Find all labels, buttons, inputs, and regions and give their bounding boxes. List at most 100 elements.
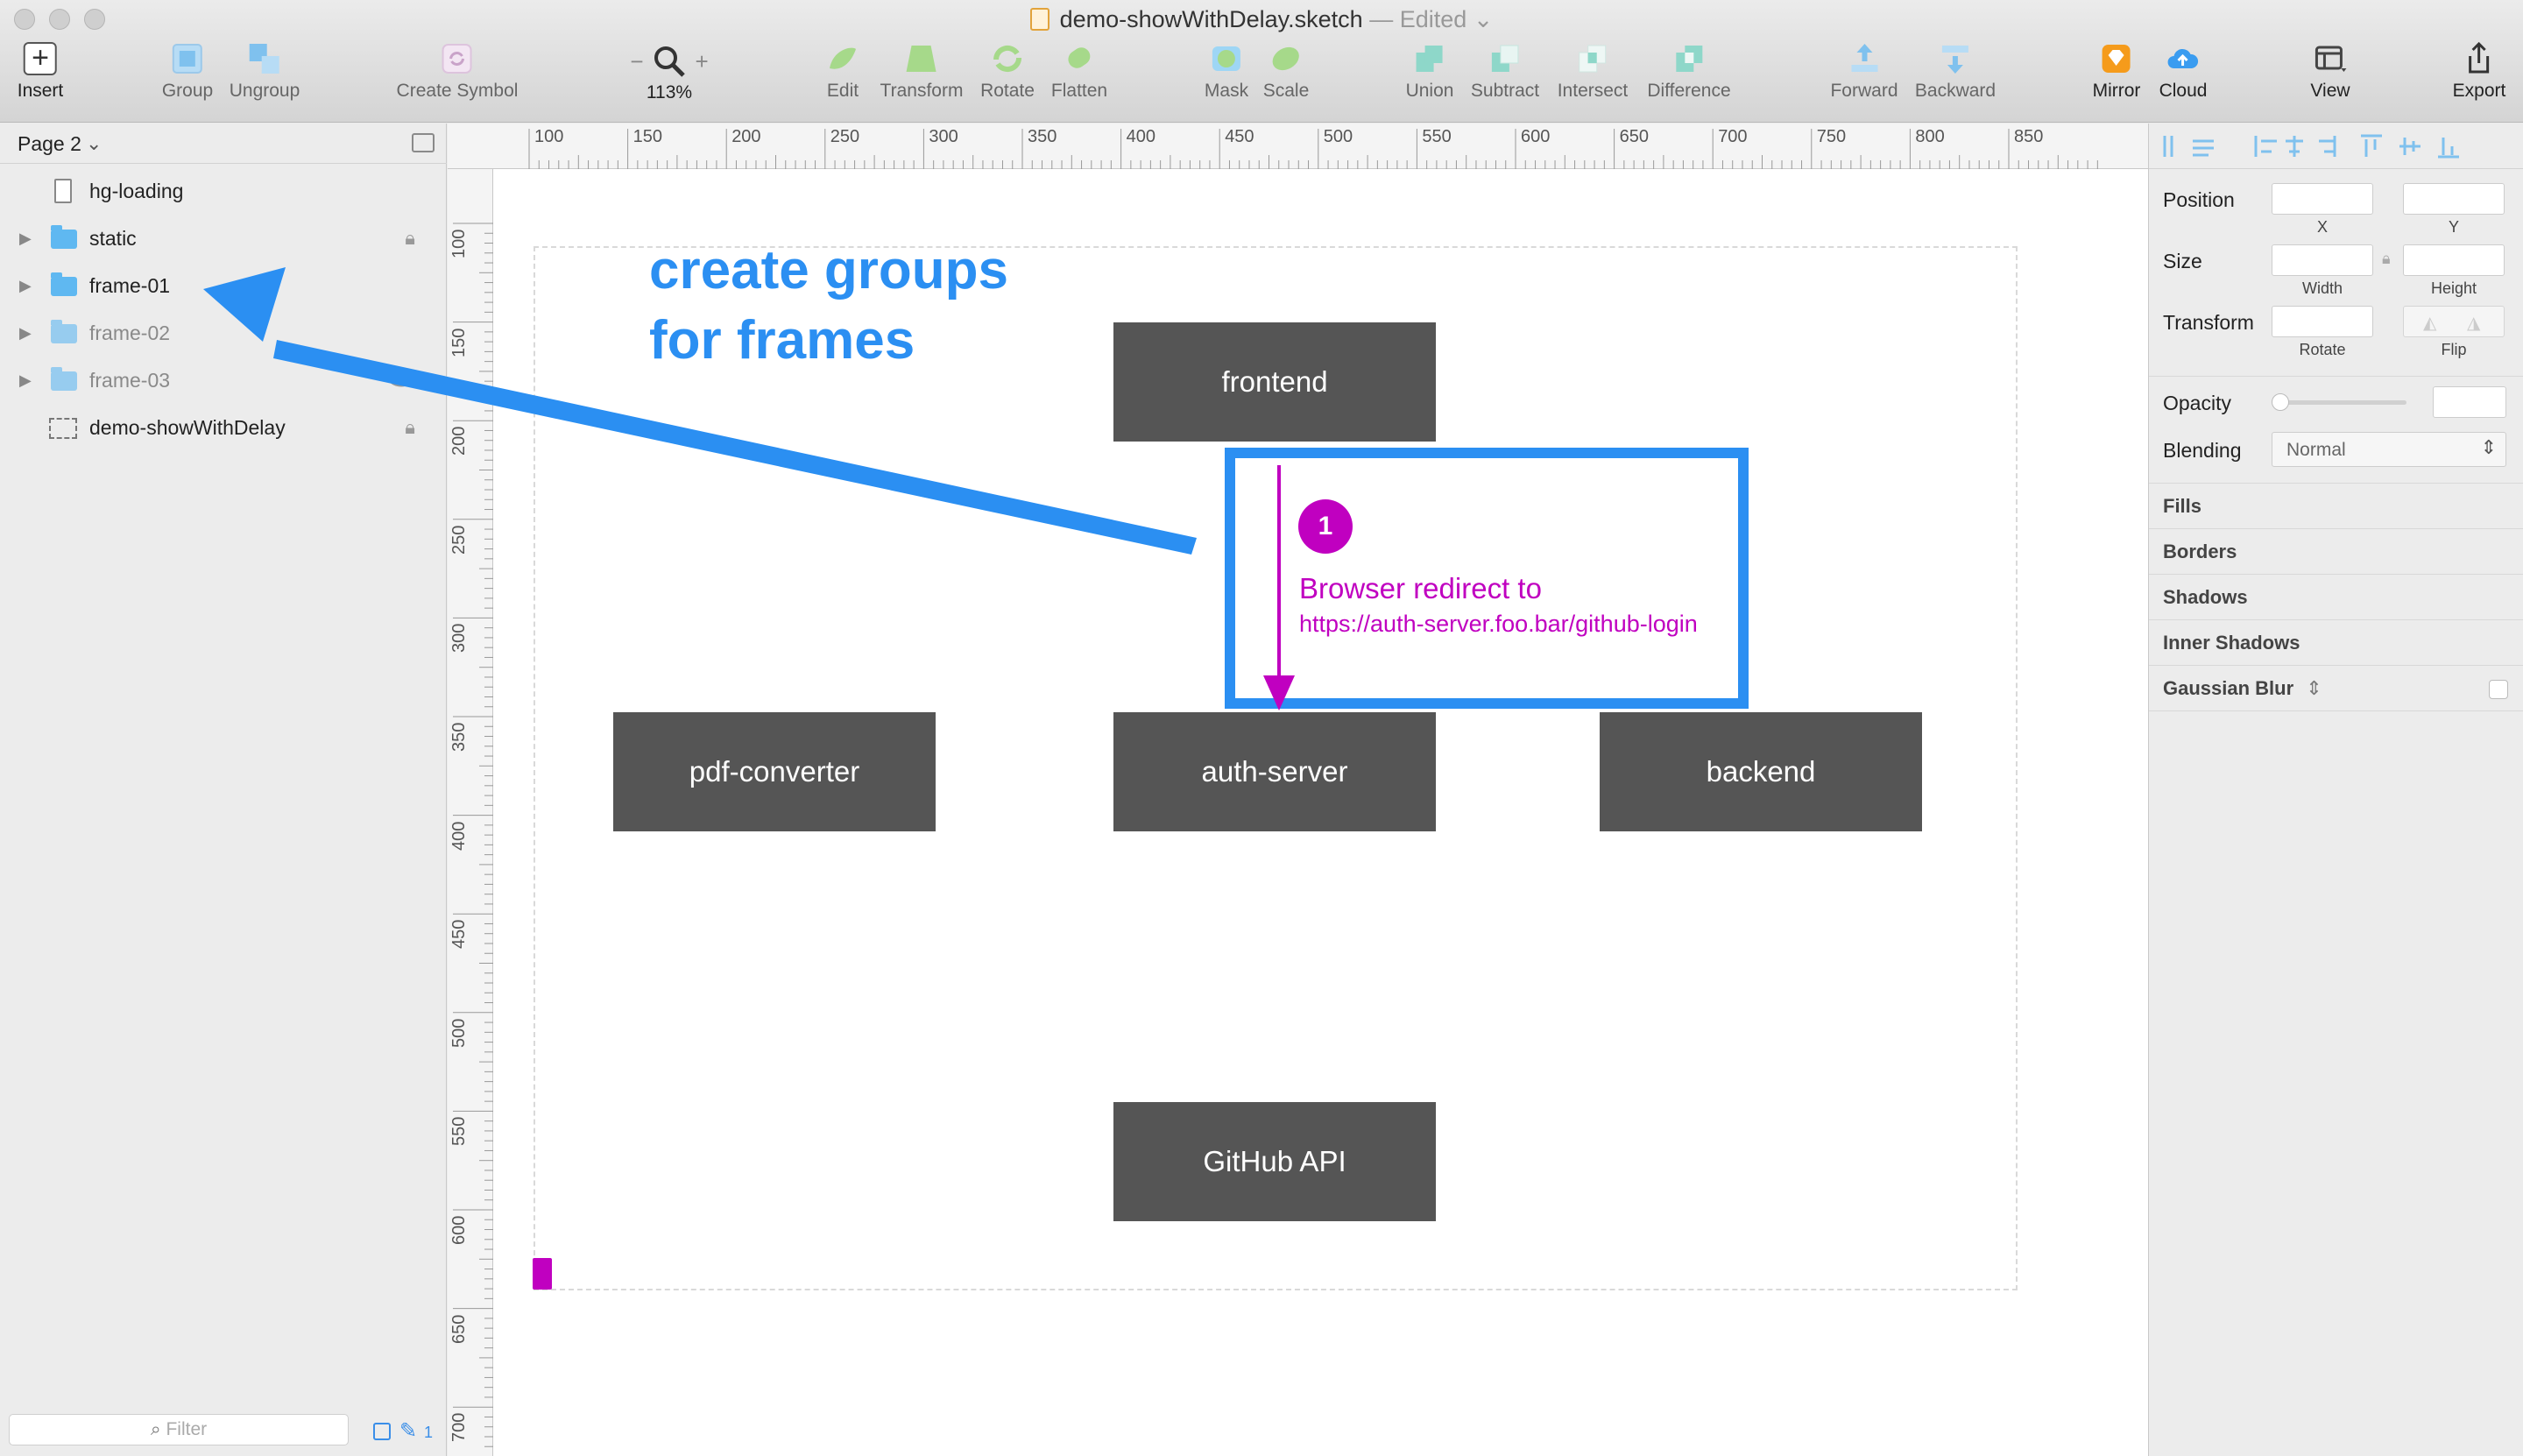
- gaussian-blur-checkbox[interactable]: [2489, 680, 2508, 699]
- mirror-icon: [2102, 45, 2131, 73]
- select-arrows-icon[interactable]: ⇕: [2306, 677, 2322, 699]
- create-symbol-button[interactable]: Create Symbol: [397, 42, 518, 102]
- inner-shadows-section[interactable]: Inner Shadows: [2149, 619, 2523, 665]
- group-button[interactable]: Group: [162, 42, 213, 102]
- vertical-ruler[interactable]: 100 150 200 250 300 350 400 450 500 550 600 650 700: [448, 169, 493, 1456]
- subtract-button[interactable]: Subtract: [1471, 42, 1539, 102]
- copy-icon[interactable]: [373, 1423, 391, 1440]
- intersect-icon: [1579, 45, 1607, 73]
- filter-input[interactable]: ⌕ Filter: [9, 1414, 349, 1445]
- ruler-label: 350: [449, 722, 469, 752]
- node-auth-server[interactable]: auth-server: [1113, 712, 1436, 831]
- insert-button[interactable]: + Insert: [18, 42, 63, 102]
- step-number-badge: 1: [1298, 499, 1353, 554]
- disclosure-triangle-icon[interactable]: ▶: [19, 309, 32, 357]
- position-x-input[interactable]: [2272, 183, 2373, 215]
- difference-icon: [1676, 46, 1702, 72]
- intersect-button[interactable]: Intersect: [1558, 42, 1628, 102]
- ruler-label: 350: [1028, 127, 1057, 146]
- ungroup-button[interactable]: Ungroup: [230, 42, 300, 102]
- edited-status[interactable]: — Edited: [1369, 6, 1466, 32]
- send-backward-icon: [1941, 46, 1968, 74]
- height-input[interactable]: [2403, 244, 2505, 276]
- edit-button[interactable]: Edit: [826, 42, 859, 102]
- backward-button[interactable]: Backward: [1915, 42, 1996, 102]
- filter-placeholder: Filter: [166, 1419, 208, 1439]
- position-label: Position: [2163, 188, 2235, 211]
- layer-frame-03[interactable]: ▶ frame-03: [0, 357, 447, 404]
- layer-demo-showWithDelay[interactable]: demo-showWithDelay 🔒︎: [0, 404, 447, 451]
- slice-brush-icon[interactable]: ✎: [399, 1418, 417, 1444]
- bring-forward-icon: [1851, 44, 1877, 72]
- layer-hg-loading[interactable]: hg-loading: [0, 167, 447, 215]
- opacity-input[interactable]: [2433, 386, 2506, 418]
- alignment-icons[interactable]: [2149, 124, 2523, 169]
- node-frontend[interactable]: frontend: [1113, 322, 1436, 442]
- blending-select[interactable]: Normal ⇕: [2272, 432, 2506, 467]
- layer-name: frame-01: [89, 274, 171, 297]
- folder-icon: [51, 225, 77, 249]
- lock-icon[interactable]: 🔒︎: [405, 404, 415, 451]
- rotate-button[interactable]: Rotate: [980, 42, 1035, 102]
- flatten-icon: [1068, 47, 1091, 68]
- flip-buttons[interactable]: ◭ ◮: [2403, 306, 2505, 337]
- flip-vertical-icon[interactable]: ◮: [2467, 312, 2480, 334]
- canvas[interactable]: 100 150 200 250 300 350 400 450 500 550 600 650 700 7…: [448, 124, 2148, 1456]
- mask-button[interactable]: Mask: [1205, 42, 1248, 102]
- cloud-button[interactable]: Cloud: [2159, 42, 2207, 102]
- collapse-pages-icon[interactable]: [412, 133, 435, 152]
- zoom-in-icon[interactable]: +: [695, 48, 708, 74]
- lock-ratio-icon[interactable]: 🔒︎: [2382, 250, 2391, 268]
- annotation-line-1: create groups: [649, 240, 1009, 300]
- borders-section[interactable]: Borders: [2149, 528, 2523, 574]
- position-y-input[interactable]: [2403, 183, 2505, 215]
- x-label: X: [2316, 218, 2328, 236]
- lock-icon[interactable]: 🔒︎: [405, 215, 415, 262]
- sketch-window: demo-showWithDelay.sketch — Edited ⌄ + I…: [0, 0, 2523, 1456]
- node-backend[interactable]: backend: [1600, 712, 1922, 831]
- layer-static[interactable]: ▶ static 🔒︎: [0, 215, 447, 262]
- mask-icon: [1212, 46, 1240, 71]
- gaussian-blur-section[interactable]: Gaussian Blur ⇕: [2149, 665, 2523, 710]
- slice-count: 1: [424, 1424, 434, 1441]
- union-button[interactable]: Union: [1406, 42, 1453, 102]
- zoom-control[interactable]: − + 113%: [617, 42, 722, 103]
- fills-section[interactable]: Fills: [2149, 483, 2523, 528]
- rotate-icon: [993, 45, 1022, 73]
- horizontal-ruler[interactable]: 100 150 200 250 300 350 400 450 500 550 600 650 700 7…: [448, 124, 2148, 169]
- forward-button[interactable]: Forward: [1830, 42, 1898, 102]
- opacity-slider[interactable]: [2272, 393, 2406, 411]
- size-label: Size: [2163, 250, 2202, 272]
- symbol-icon: [442, 44, 472, 74]
- zoom-out-icon[interactable]: −: [630, 48, 643, 74]
- selection-marker[interactable]: [533, 1258, 552, 1290]
- ruler-label: 500: [1323, 127, 1353, 146]
- flip-label: Flip: [2441, 341, 2467, 358]
- eye-icon[interactable]: [387, 371, 415, 389]
- difference-button[interactable]: Difference: [1647, 42, 1731, 102]
- flip-horizontal-icon[interactable]: ◭: [2423, 312, 2436, 334]
- node-pdf-converter[interactable]: pdf-converter: [613, 712, 936, 831]
- transform-button[interactable]: Transform: [880, 42, 963, 102]
- disclosure-triangle-icon[interactable]: ▶: [19, 215, 32, 262]
- scale-button[interactable]: Scale: [1263, 42, 1309, 102]
- node-github-api[interactable]: GitHub API: [1113, 1102, 1436, 1221]
- width-input[interactable]: [2272, 244, 2373, 276]
- flatten-button[interactable]: Flatten: [1051, 42, 1107, 102]
- page-selector[interactable]: Page 2 ⌄: [0, 124, 447, 164]
- opacity-slider-knob[interactable]: [2272, 393, 2289, 411]
- rotate-input[interactable]: [2272, 306, 2373, 337]
- folder-icon: [51, 320, 77, 343]
- layer-frame-01[interactable]: ▶ frame-01: [0, 262, 447, 309]
- mirror-button[interactable]: Mirror: [2093, 42, 2140, 102]
- ruler-label: 200: [731, 127, 761, 146]
- disclosure-triangle-icon[interactable]: ▶: [19, 262, 32, 309]
- union-icon: [1417, 46, 1443, 72]
- view-button[interactable]: View: [2310, 42, 2350, 102]
- ruler-label: 450: [1225, 127, 1254, 146]
- width-label: Width: [2301, 279, 2343, 297]
- layer-frame-02[interactable]: ▶ frame-02: [0, 309, 447, 357]
- shadows-section[interactable]: Shadows: [2149, 574, 2523, 619]
- disclosure-triangle-icon[interactable]: ▶: [19, 357, 32, 404]
- export-button[interactable]: Export: [2453, 42, 2505, 102]
